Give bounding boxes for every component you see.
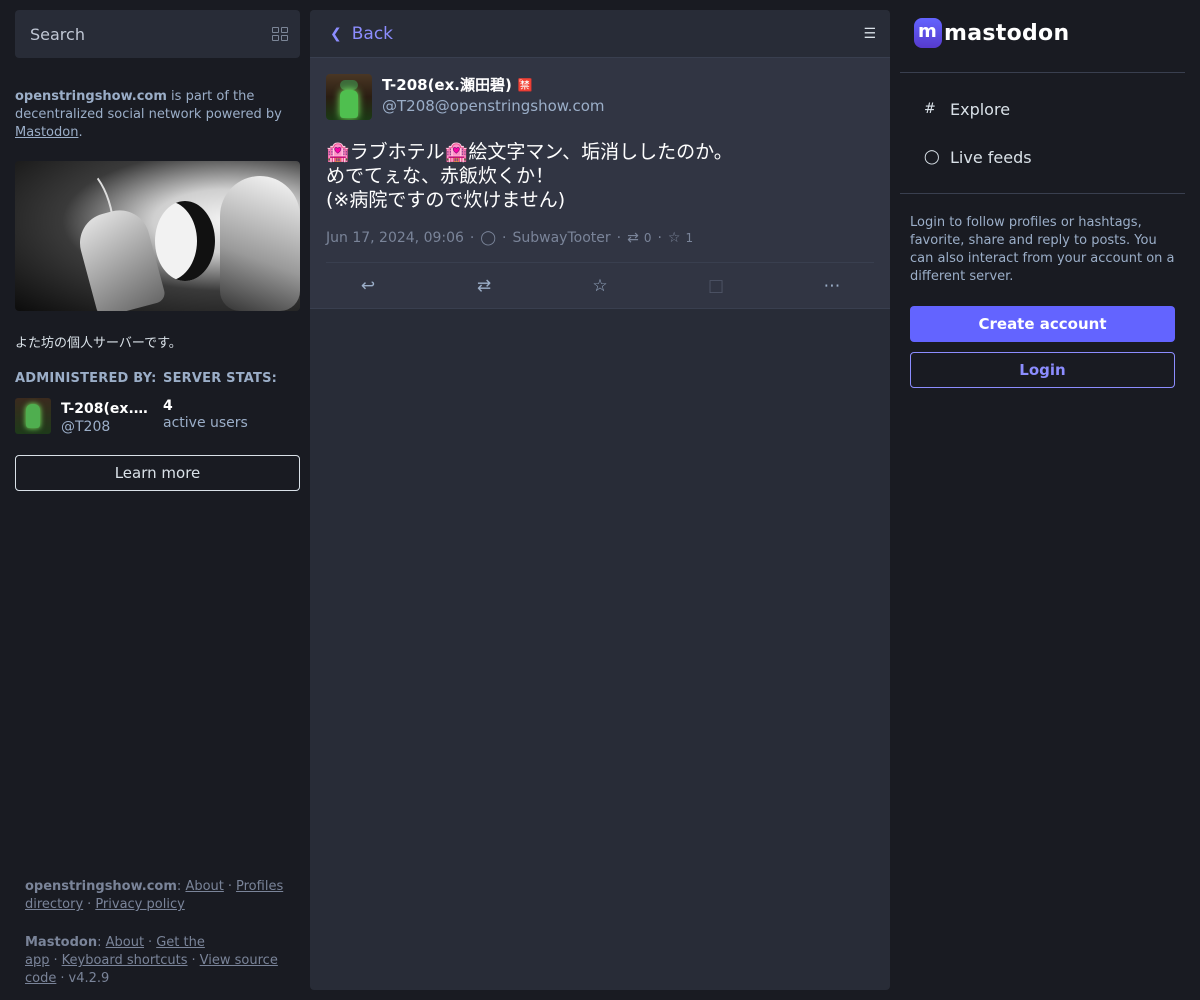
globe-icon: ◯	[924, 149, 940, 165]
footer-keyboard-shortcuts-link[interactable]: Keyboard shortcuts	[62, 953, 188, 968]
administered-by: ADMINISTERED BY: T-208(ex.瀬田碧) @T208	[15, 371, 163, 435]
mastodon-link[interactable]: Mastodon	[15, 125, 78, 140]
more-icon[interactable]: ⋯	[812, 276, 852, 296]
server-desc-end: .	[78, 125, 83, 140]
avatar	[326, 74, 372, 120]
favourite-icon[interactable]: ☆	[580, 276, 620, 296]
status-meta: Jun 17, 2024, 09:06 · ◯ · SubwayTooter ·…	[326, 230, 874, 263]
status-action-bar: ↩ ⇄ ☆ □ ⋯	[310, 263, 890, 308]
login-button[interactable]: Login	[910, 352, 1175, 388]
status-content: 🏩ラブホテル🏩絵文字マン、垢消ししたのか。 めでてぇな、赤飯炊くか！ (※病院で…	[326, 141, 733, 211]
star-icon: ☆	[667, 230, 681, 246]
back-label: Back	[351, 23, 394, 44]
create-account-button[interactable]: Create account	[910, 306, 1175, 342]
boost-count[interactable]: ⇄ 0	[627, 230, 651, 246]
retweet-icon: ⇄	[627, 230, 639, 246]
nav-live-feeds-label: Live feeds	[950, 147, 1032, 167]
server-description: openstringshow.com is part of the decent…	[15, 88, 300, 142]
login-note: Login to follow profiles or hashtags, fa…	[910, 215, 1175, 284]
globe-icon: ◯	[480, 230, 497, 246]
active-users-label: active users	[163, 415, 248, 431]
nav-explore-label: Explore	[950, 99, 1011, 119]
sliders-icon[interactable]: ☰	[863, 26, 876, 42]
custom-emoji: 🈲	[517, 77, 533, 92]
mastodon-icon	[914, 18, 942, 48]
chevron-left-icon: ❮	[330, 25, 342, 42]
mastodon-logo[interactable]: mastodon	[900, 10, 1185, 56]
status-author[interactable]: T-208(ex.瀬田碧) 🈲 @T208@openstringshow.com	[326, 74, 874, 120]
footer-mastodon-about-link[interactable]: About	[106, 935, 144, 950]
account-handle: @T208@openstringshow.com	[382, 97, 605, 115]
server-tagline: よた坊の個人サーバーです。	[15, 336, 182, 351]
grid-icon	[272, 27, 288, 41]
back-button[interactable]: ❮ Back	[330, 24, 393, 44]
right-sidebar: mastodon # Explore ◯ Live feeds Login to…	[900, 10, 1185, 990]
search-input[interactable]: Search	[15, 10, 300, 58]
admin-stats: ADMINISTERED BY: T-208(ex.瀬田碧) @T208 SER…	[15, 371, 300, 435]
server-stats: SERVER STATS: 4 active users	[163, 371, 277, 435]
active-users-count: 4	[163, 398, 173, 414]
admin-handle: @T208	[61, 419, 111, 435]
hashtag-icon: #	[924, 101, 936, 117]
footer-links: openstringshow.com: About · Profiles direc…	[25, 879, 284, 986]
server-hero-image	[15, 161, 300, 311]
left-sidebar: Search openstringshow.com is part of the…	[15, 10, 300, 990]
footer-server-domain: openstringshow.com	[25, 879, 177, 894]
detailed-status: T-208(ex.瀬田碧) 🈲 @T208@openstringshow.com…	[310, 58, 890, 309]
admin-account[interactable]: T-208(ex.瀬田碧) @T208	[15, 398, 163, 435]
status-application[interactable]: SubwayTooter	[513, 230, 611, 246]
footer-version: v4.2.9	[68, 971, 110, 986]
learn-more-button[interactable]: Learn more	[15, 455, 300, 491]
nav-explore[interactable]: # Explore	[900, 85, 1185, 133]
footer-mastodon: Mastodon	[25, 935, 98, 950]
nav-live-feeds[interactable]: ◯ Live feeds	[900, 133, 1185, 181]
navigation: # Explore ◯ Live feeds	[900, 73, 1185, 193]
search-placeholder: Search	[30, 24, 85, 44]
administered-by-heading: ADMINISTERED BY:	[15, 371, 157, 386]
divider	[900, 193, 1185, 194]
admin-name: T-208(ex.瀬田碧)	[61, 401, 151, 417]
status-timestamp[interactable]: Jun 17, 2024, 09:06	[326, 230, 464, 246]
bookmark-icon[interactable]: □	[696, 276, 736, 296]
footer-privacy-policy-link[interactable]: Privacy policy	[95, 897, 184, 912]
avatar	[15, 398, 51, 434]
reply-icon[interactable]: ↩	[348, 276, 388, 296]
server-domain: openstringshow.com	[15, 89, 167, 104]
column-header: ❮ Back ☰	[310, 10, 890, 58]
favourite-count[interactable]: ☆ 1	[668, 230, 693, 246]
display-name: T-208(ex.瀬田碧) 🈲	[382, 74, 604, 95]
detailed-status-column: ❮ Back ☰ T-208(ex.瀬田碧) 🈲 @T208@openstrin…	[310, 10, 890, 990]
logo-wordmark: mastodon	[944, 20, 1070, 46]
server-stats-heading: SERVER STATS:	[163, 371, 278, 386]
footer-about-link[interactable]: About	[185, 879, 223, 894]
display-name-text: T-208(ex.瀬田碧)	[382, 76, 512, 94]
boost-icon[interactable]: ⇄	[464, 276, 504, 296]
